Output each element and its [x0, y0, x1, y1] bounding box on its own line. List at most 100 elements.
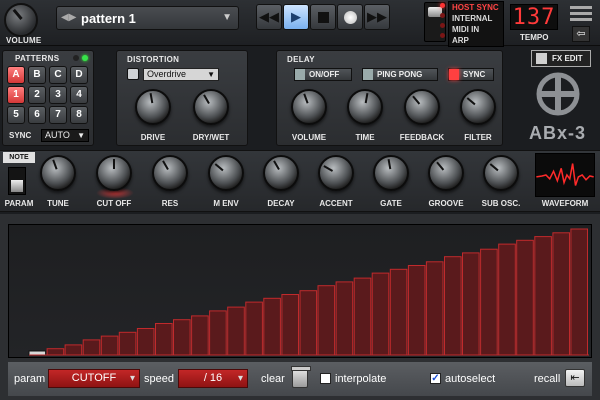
fast-forward-button[interactable]: ▶▶: [364, 4, 390, 30]
patterns-sync-label: SYNC: [9, 131, 32, 140]
param-note-switch[interactable]: [8, 167, 26, 195]
pattern-pad-d[interactable]: D: [70, 66, 88, 84]
pattern-pad-6[interactable]: 6: [28, 106, 46, 124]
rewind-button[interactable]: ◀◀: [256, 4, 282, 30]
step-bar-31[interactable]: [570, 228, 589, 356]
step-bar-9[interactable]: [173, 319, 191, 356]
delay-onoff-toggle[interactable]: ON/OFF: [294, 68, 352, 81]
step-bar-10[interactable]: [191, 315, 209, 356]
step-bar-28[interactable]: [516, 239, 534, 356]
sub-osc-knob[interactable]: [483, 155, 519, 191]
step-bar-8[interactable]: [155, 323, 173, 356]
pattern-pad-7[interactable]: 7: [49, 106, 67, 124]
delay-volume-knob[interactable]: [291, 89, 327, 125]
pattern-pad-a[interactable]: A: [7, 66, 25, 84]
step-bar-11[interactable]: [209, 310, 227, 356]
step-bar-18[interactable]: [335, 281, 354, 356]
groove-knob[interactable]: [428, 155, 464, 191]
step-bar-5[interactable]: [100, 335, 119, 356]
patterns-sync-select[interactable]: AUTO ▼: [41, 129, 89, 142]
sync-leds: [440, 3, 445, 43]
gate-knob[interactable]: [373, 155, 409, 191]
dry-wet-knob[interactable]: [193, 89, 229, 125]
drive-knob[interactable]: [135, 89, 171, 125]
tune-knob[interactable]: [40, 155, 76, 191]
delay-sync-toggle[interactable]: SYNC: [448, 68, 494, 81]
sync-option-host[interactable]: HOST SYNC: [449, 2, 503, 13]
status-led-on: [82, 55, 88, 61]
pattern-selector[interactable]: ◀▶ pattern 1 ▼: [56, 6, 239, 30]
distortion-enable-checkbox[interactable]: [127, 68, 139, 80]
step-bar-14[interactable]: [263, 297, 281, 356]
pattern-pad-c[interactable]: C: [49, 66, 67, 84]
trash-icon[interactable]: [291, 366, 311, 388]
pattern-pad-5[interactable]: 5: [7, 106, 25, 124]
sync-option-arp[interactable]: ARP: [449, 35, 503, 46]
menu-icon[interactable]: [570, 6, 592, 22]
prev-next-arrows-icon[interactable]: ◀▶: [61, 12, 76, 23]
distortion-panel: DISTORTION Overdrive ▼ DRIVE DRY/WET: [116, 50, 248, 146]
pattern-pad-2[interactable]: 2: [28, 86, 46, 104]
pattern-pad-b[interactable]: B: [28, 66, 46, 84]
step-bar-26[interactable]: [480, 248, 498, 356]
step-editor-area[interactable]: [8, 224, 592, 358]
step-bar-2[interactable]: [46, 348, 65, 356]
cutoff-knob[interactable]: [96, 155, 132, 191]
step-bar-21[interactable]: [389, 268, 408, 356]
pattern-pad-1[interactable]: 1: [7, 86, 25, 104]
recall-button[interactable]: ⇤: [565, 369, 585, 387]
delay-feedback-label: FEEDBACK: [399, 133, 445, 142]
step-bar-24[interactable]: [444, 256, 462, 356]
pattern-pad-4[interactable]: 4: [70, 86, 88, 104]
accent-knob[interactable]: [318, 155, 354, 191]
step-bar-19[interactable]: [353, 277, 372, 356]
back-arrow-icon[interactable]: ⇦: [572, 26, 590, 42]
delay-time-knob[interactable]: [347, 89, 383, 125]
step-bar-6[interactable]: [118, 331, 137, 356]
pattern-pad-3[interactable]: 3: [49, 86, 67, 104]
step-bar-27[interactable]: [498, 243, 516, 356]
step-bars[interactable]: [9, 225, 593, 359]
delay-feedback-knob[interactable]: [404, 89, 440, 125]
delay-pingpong-toggle[interactable]: PING PONG: [362, 68, 438, 81]
patterns-title: PATTERNS: [15, 54, 60, 63]
param-select[interactable]: CUTOFF: [48, 369, 140, 388]
delay-filter-knob[interactable]: [460, 89, 496, 125]
res-knob[interactable]: [152, 155, 188, 191]
record-button[interactable]: [337, 4, 363, 30]
waveform-display[interactable]: [535, 153, 595, 197]
decay-knob[interactable]: [263, 155, 299, 191]
play-button[interactable]: ▶: [283, 4, 309, 30]
step-bar-30[interactable]: [552, 232, 571, 356]
m-env-knob[interactable]: [208, 155, 244, 191]
step-bar-4[interactable]: [82, 339, 101, 356]
distortion-type-select[interactable]: Overdrive ▼: [143, 68, 219, 81]
step-bar-3[interactable]: [64, 344, 83, 356]
interpolate-checkbox[interactable]: [320, 373, 331, 384]
stop-button[interactable]: [310, 4, 336, 30]
step-bar-17[interactable]: [317, 285, 336, 356]
step-bar-13[interactable]: [245, 301, 263, 356]
rewind-icon: ◀◀: [259, 9, 279, 24]
status-led-off: [73, 55, 79, 61]
sync-option-internal[interactable]: INTERNAL: [449, 13, 503, 24]
note-button[interactable]: NOTE: [3, 152, 35, 163]
pattern-pad-8[interactable]: 8: [70, 106, 88, 124]
speed-select[interactable]: / 16: [178, 369, 248, 388]
step-bar-7[interactable]: [136, 328, 155, 356]
tempo-display[interactable]: 137: [510, 4, 558, 30]
speed-select-label: speed: [144, 373, 174, 385]
step-bar-16[interactable]: [299, 290, 318, 356]
step-bar-25[interactable]: [462, 252, 480, 356]
autoselect-checkbox[interactable]: ✓: [430, 373, 441, 384]
step-bar-23[interactable]: [425, 261, 444, 356]
sync-option-midi-in[interactable]: MIDI IN: [449, 24, 503, 35]
step-bar-1[interactable]: [28, 350, 47, 356]
step-bar-22[interactable]: [407, 265, 426, 356]
step-bar-29[interactable]: [534, 236, 552, 356]
step-bar-20[interactable]: [371, 272, 390, 356]
step-bar-15[interactable]: [281, 294, 299, 356]
fx-edit-button[interactable]: FX EDIT: [531, 50, 591, 67]
step-bar-12[interactable]: [227, 306, 245, 356]
volume-knob[interactable]: [4, 3, 38, 37]
